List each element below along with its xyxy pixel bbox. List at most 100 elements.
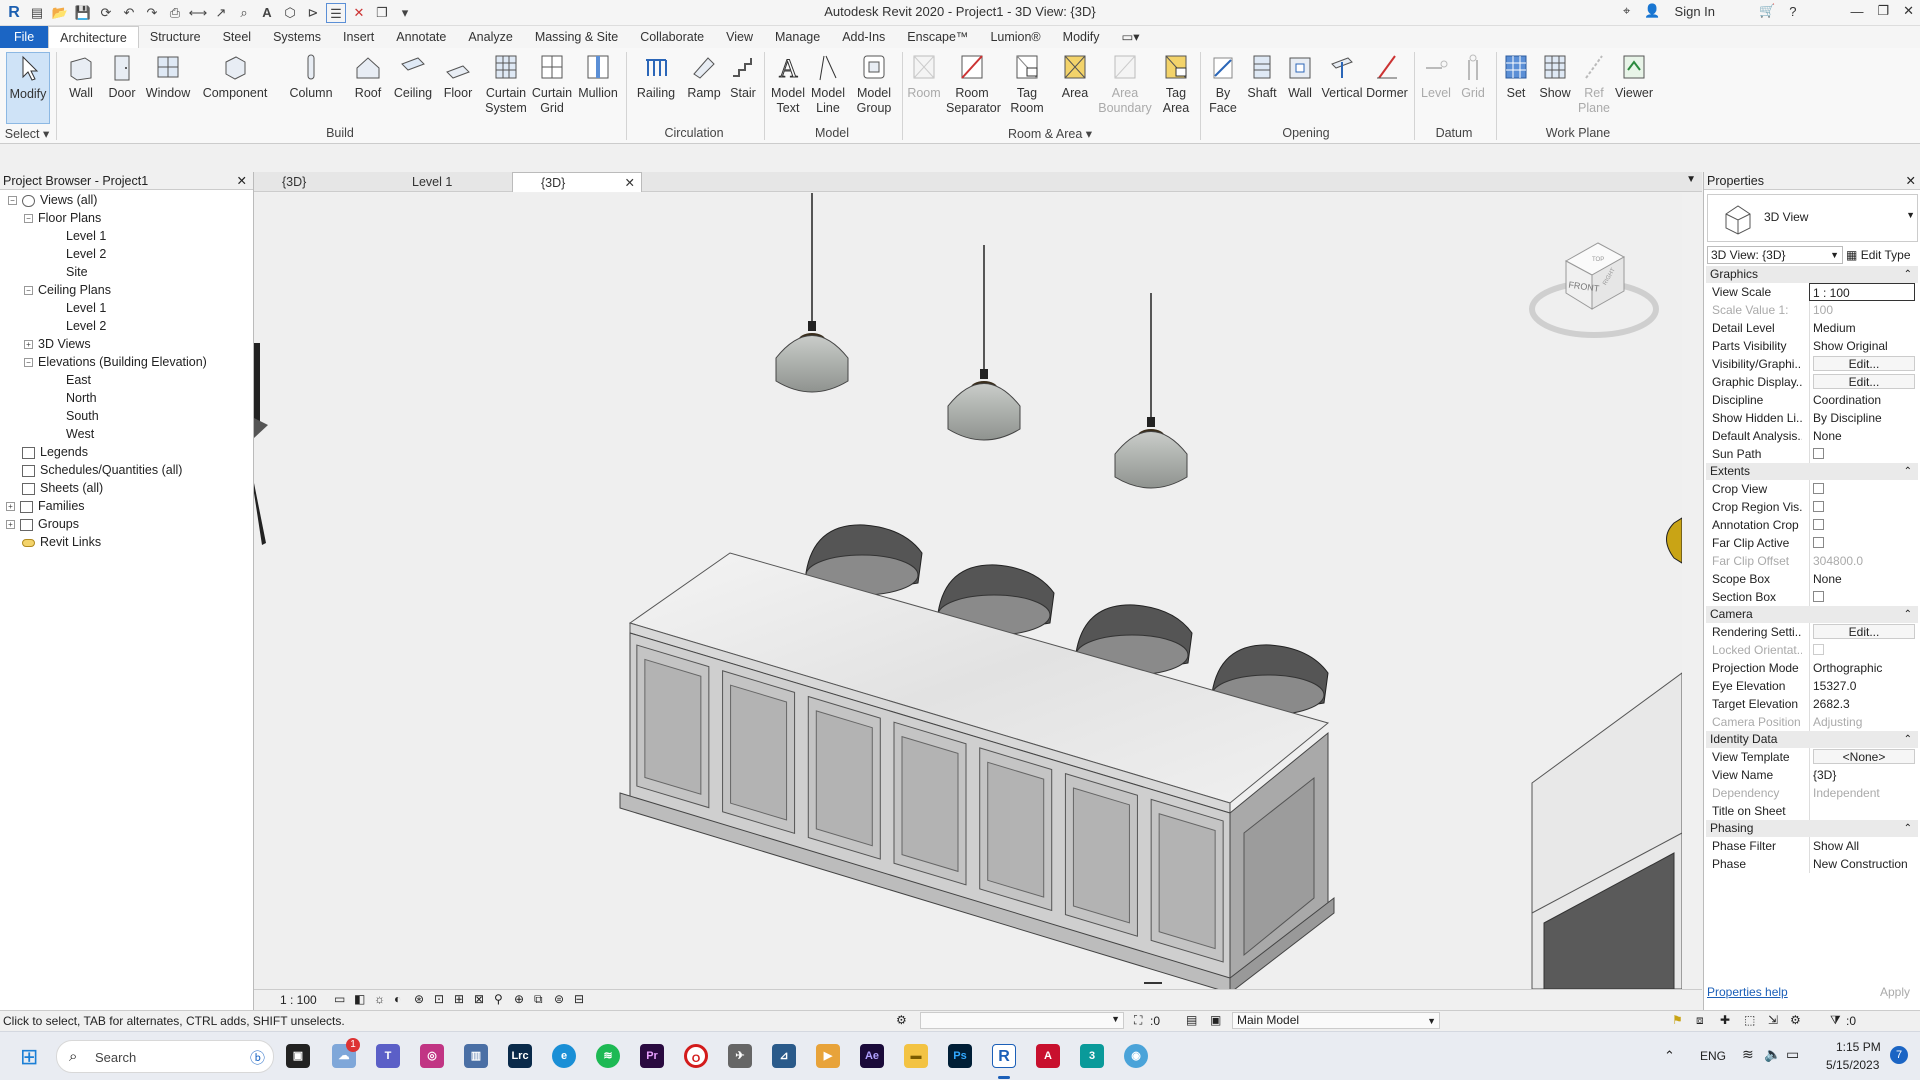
dormer-button[interactable]: Dormer: [1366, 52, 1408, 101]
tree-elev-west[interactable]: West: [66, 427, 94, 441]
edge-icon[interactable]: e: [552, 1044, 576, 1068]
background-process-icon[interactable]: ⚙: [1790, 1013, 1801, 1027]
select-pinned-icon[interactable]: ✚: [1720, 1013, 1730, 1027]
curtain-grid-button[interactable]: Curtain Grid: [530, 52, 574, 116]
section-box-checkbox[interactable]: [1813, 591, 1824, 603]
lumion-icon[interactable]: ◉: [1124, 1044, 1148, 1068]
editable-only-icon[interactable]: ⛶: [1134, 1013, 1142, 1028]
filter-icon[interactable]: ⧩: [1830, 1013, 1841, 1028]
prop-value[interactable]: Medium: [1809, 319, 1915, 337]
section-extents[interactable]: Extents ⌃: [1706, 463, 1918, 480]
cart-icon[interactable]: 🛒: [1759, 3, 1775, 19]
area-boundary-button[interactable]: Area Boundary: [1098, 52, 1152, 116]
prop-view-name[interactable]: View Name {3D}: [1706, 766, 1918, 784]
collapse-icon[interactable]: −: [24, 358, 33, 368]
component-button[interactable]: Component: [200, 52, 270, 101]
wifi-icon[interactable]: ≋: [1742, 1046, 1754, 1063]
tab-view[interactable]: View: [715, 26, 764, 48]
edit-type-button[interactable]: ▦ Edit Type: [1846, 246, 1918, 264]
taskbar-search[interactable]: ⌕ Search ⓑ: [56, 1040, 274, 1073]
type-dropdown-icon[interactable]: ▼: [1906, 210, 1915, 220]
user-icon[interactable]: 👤: [1644, 3, 1660, 19]
curtain-system-button[interactable]: Curtain System: [482, 52, 530, 116]
task-view-icon[interactable]: ▣: [286, 1044, 310, 1068]
roof-button[interactable]: Roof: [350, 52, 386, 101]
prop-default-analysis[interactable]: Default Analysis... None: [1706, 427, 1918, 445]
shadows-icon[interactable]: ◐: [394, 992, 401, 1006]
modify-button[interactable]: Modify: [6, 52, 50, 124]
design-option-dropdown[interactable]: Main Model ▼: [1232, 1012, 1440, 1029]
tree-views-all[interactable]: − Views (all): [8, 193, 97, 207]
sign-in-link[interactable]: Sign In: [1675, 4, 1715, 19]
apply-button[interactable]: Apply: [1880, 985, 1910, 999]
tree-revit-links[interactable]: Revit Links: [22, 535, 101, 549]
tree-elev-east[interactable]: East: [66, 373, 91, 387]
model-group-button[interactable]: Model Group: [852, 52, 896, 116]
area-button[interactable]: Area: [1058, 52, 1092, 101]
prop-value[interactable]: 1 : 100: [1809, 283, 1915, 301]
prop-view-scale[interactable]: View Scale 1 : 100: [1706, 283, 1918, 301]
language-indicator[interactable]: ENG: [1700, 1049, 1726, 1063]
expand-icon[interactable]: +: [24, 340, 33, 350]
show-button[interactable]: Show: [1536, 52, 1574, 101]
instagram-icon[interactable]: ◎: [420, 1044, 444, 1068]
analytical-icon[interactable]: ⊜: [554, 992, 564, 1006]
section-identity-data[interactable]: Identity Data ⌃: [1706, 731, 1918, 748]
sun-path-icon[interactable]: ☼: [374, 992, 385, 1006]
tab-file[interactable]: File: [0, 26, 49, 48]
prop-value[interactable]: New Construction: [1809, 855, 1915, 873]
crop-region-checkbox[interactable]: [1813, 501, 1824, 513]
edit-button[interactable]: Edit...: [1813, 374, 1915, 389]
prop-value[interactable]: 15327.0: [1809, 677, 1915, 695]
room-button[interactable]: Room: [904, 52, 944, 101]
view-template-button[interactable]: <None>: [1813, 749, 1915, 764]
prop-parts-visibility[interactable]: Parts Visibility Show Original: [1706, 337, 1918, 355]
panel-select[interactable]: Select ▾: [0, 126, 54, 141]
collapse-section-icon[interactable]: ⌃: [1904, 820, 1912, 837]
tree-schedules[interactable]: Schedules/Quantities (all): [22, 463, 182, 477]
tree-sheets[interactable]: Sheets (all): [22, 481, 103, 495]
close-icon[interactable]: ✕: [1903, 3, 1914, 19]
tab-manage[interactable]: Manage: [764, 26, 831, 48]
pendant-light[interactable]: [1114, 293, 1188, 489]
detail-level-icon[interactable]: ▭: [334, 992, 345, 1006]
prop-projection-mode[interactable]: Projection Mode Orthographic: [1706, 659, 1918, 677]
tab-3d-view-1[interactable]: {3D}: [254, 172, 382, 192]
tab-architecture[interactable]: Architecture: [48, 26, 139, 48]
autocad-icon[interactable]: A: [1036, 1044, 1060, 1068]
tree-elev-north[interactable]: North: [66, 391, 97, 405]
close-project-browser-icon[interactable]: ✕: [237, 172, 247, 190]
after-effects-icon[interactable]: Ae: [860, 1044, 884, 1068]
wall-opening-button[interactable]: Wall: [1284, 52, 1316, 101]
tab-overflow-icon[interactable]: ▼: [1686, 174, 1696, 185]
tag-room-button[interactable]: Tag Room: [1006, 52, 1048, 116]
select-underlay-icon[interactable]: ⧈: [1696, 1013, 1704, 1028]
vertical-button[interactable]: Vertical: [1320, 52, 1364, 101]
set-button[interactable]: Set: [1500, 52, 1532, 101]
grid-button[interactable]: Grid: [1456, 52, 1490, 101]
drag-elements-icon[interactable]: ⇲: [1768, 1013, 1778, 1027]
prop-value[interactable]: Show All: [1809, 837, 1915, 855]
ceiling-button[interactable]: Ceiling: [392, 52, 434, 101]
help-icon[interactable]: ?: [1789, 4, 1796, 19]
reveal-hidden-icon[interactable]: ⊕: [514, 992, 524, 1006]
prop-graphic-display[interactable]: Graphic Display... Edit...: [1706, 373, 1918, 391]
pendant-light[interactable]: [947, 245, 1021, 441]
mullion-button[interactable]: Mullion: [576, 52, 620, 101]
prop-visibility-graphics[interactable]: Visibility/Graphi... Edit...: [1706, 355, 1918, 373]
prop-value[interactable]: [1809, 802, 1915, 820]
model-text-button[interactable]: A Model Text: [768, 52, 808, 116]
battery-icon[interactable]: ▭: [1786, 1046, 1799, 1063]
tree-legends[interactable]: Legends: [22, 445, 88, 459]
section-phasing[interactable]: Phasing ⌃: [1706, 820, 1918, 837]
tab-insert[interactable]: Insert: [332, 26, 385, 48]
tree-ceiling-plans[interactable]: − Ceiling Plans: [24, 283, 111, 297]
expand-icon[interactable]: +: [6, 502, 15, 512]
tab-lumion[interactable]: Lumion®: [979, 26, 1051, 48]
crop-view-checkbox[interactable]: [1813, 483, 1824, 495]
sun-path-checkbox[interactable]: [1813, 448, 1824, 460]
prop-eye-elevation[interactable]: Eye Elevation 15327.0: [1706, 677, 1918, 695]
prop-target-elevation[interactable]: Target Elevation 2682.3: [1706, 695, 1918, 713]
opera-icon[interactable]: O: [684, 1044, 708, 1068]
prop-scope-box[interactable]: Scope Box None: [1706, 570, 1918, 588]
